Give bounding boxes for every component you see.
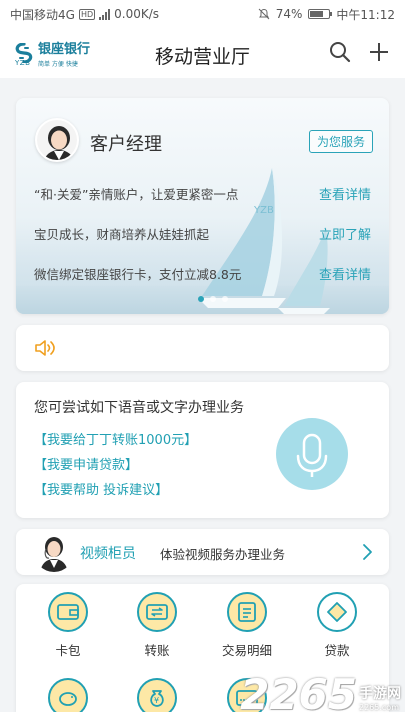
hd-badge: HD [78, 8, 96, 20]
site-watermark: 2265 手游网 2265.com [240, 674, 401, 716]
promo-text: 微信绑定银座银行卡，支付立减8.8元 [34, 267, 242, 282]
grid-label: 贷款 [324, 643, 350, 658]
carrier-label: 中国移动4G [10, 7, 75, 22]
promo-link[interactable]: 查看详情 [319, 264, 371, 283]
voice-hint: 您可尝试如下语音或文字办理业务 [34, 400, 244, 416]
grid-label: 转账 [144, 643, 170, 658]
grid-item-transactions[interactable]: 交易明细 [212, 592, 282, 659]
microphone-button[interactable] [276, 418, 348, 490]
svg-text:¥: ¥ [154, 696, 159, 705]
watermark-name: 手游网 [359, 686, 401, 702]
video-teller-label: 视频柜员 [80, 546, 136, 562]
promo-link[interactable]: 立即了解 [319, 224, 371, 243]
promo-row: 微信绑定银座银行卡，支付立减8.8元 查看详情 [34, 264, 371, 283]
promo-link[interactable]: 查看详情 [319, 184, 371, 203]
manager-title: 客户经理 [90, 134, 162, 155]
video-teller-desc: 体验视频服务办理业务 [160, 547, 286, 562]
watermark-number: 2265 [240, 670, 357, 719]
signal-icon [99, 8, 111, 20]
battery-percent: 74% [275, 7, 303, 21]
status-bar: 中国移动4G HD 0.00K/s 74% 中午11:12 [0, 0, 405, 28]
loan-icon [317, 592, 357, 632]
grid-label: 交易明细 [221, 643, 272, 658]
promo-text: 宝贝成长，财商培养从娃娃抓起 [34, 227, 210, 242]
manager-avatar [35, 118, 79, 162]
microphone-icon [296, 433, 328, 477]
carousel-dot[interactable] [222, 296, 228, 302]
svg-text:YZB: YZB [253, 205, 274, 216]
clock: 中午11:12 [336, 7, 395, 22]
voice-command[interactable]: 【我要给丁丁转账1000元】 [34, 429, 197, 448]
promo-row: “和·关爱”亲情账户，让爱更紧密一点 查看详情 [34, 184, 371, 203]
grid-label: 卡包 [55, 643, 81, 658]
mute-icon [258, 8, 270, 20]
transfer-icon [137, 592, 177, 632]
battery-level [310, 11, 324, 17]
video-teller-row[interactable]: 视频柜员 体验视频服务办理业务 [16, 529, 389, 575]
promo-banner[interactable]: YZB 客户经理 为您服务 “和·关爱”亲情账户，让爱更紧密一点 查看详情 宝贝… [16, 98, 389, 314]
carousel-indicator[interactable] [198, 296, 228, 302]
serve-button[interactable]: 为您服务 [308, 130, 373, 153]
notice-bar[interactable] [16, 325, 389, 371]
battery-icon [308, 9, 333, 19]
voice-assistant-card: 您可尝试如下语音或文字办理业务 【我要给丁丁转账1000元】 【我要申请贷款】 … [16, 382, 389, 518]
promo-text: “和·关爱”亲情账户，让爱更紧密一点 [34, 187, 239, 202]
carousel-dot[interactable] [198, 296, 204, 302]
plus-icon[interactable] [367, 40, 391, 64]
voice-command[interactable]: 【我要帮助 投诉建议】 [34, 479, 168, 498]
app-header: 银座银行 简单 方便 快捷 YZB 移动营业厅 [0, 28, 405, 78]
speaker-icon [35, 340, 55, 356]
carousel-dot[interactable] [210, 296, 216, 302]
wallet-icon [48, 592, 88, 632]
list-icon [227, 592, 267, 632]
watermark-url: 2265.com [359, 703, 399, 712]
grid-item-transfer[interactable]: 转账 [122, 592, 192, 659]
grid-item-wallet[interactable]: 卡包 [33, 592, 103, 659]
teller-avatar [34, 532, 74, 572]
grid-item-loan[interactable]: 贷款 [302, 592, 372, 659]
network-speed: 0.00K/s [114, 7, 160, 21]
chevron-right-icon [363, 544, 372, 560]
search-icon[interactable] [328, 40, 352, 64]
promo-row: 宝贝成长，财商培养从娃娃抓起 立即了解 [34, 224, 371, 243]
voice-command[interactable]: 【我要申请贷款】 [34, 454, 138, 473]
